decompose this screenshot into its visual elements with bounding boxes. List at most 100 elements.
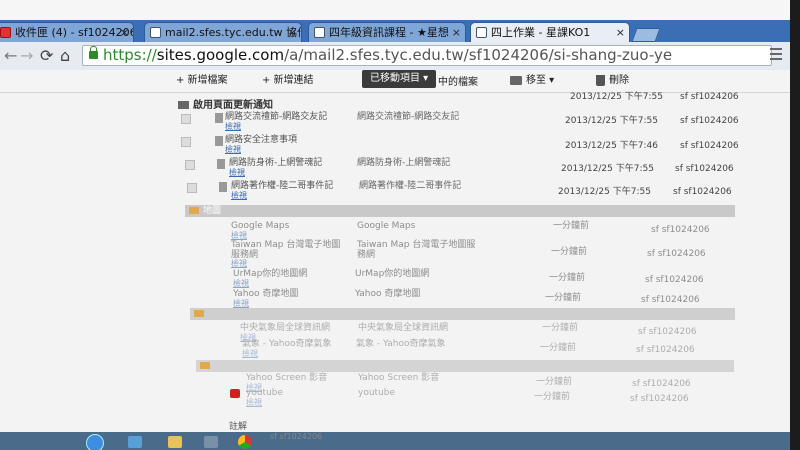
- view-link[interactable]: 檢視: [246, 398, 262, 408]
- file-description: UrMap你的地圖網: [355, 269, 430, 279]
- view-link[interactable]: 檢視: [229, 168, 245, 178]
- trash-icon: [596, 74, 605, 86]
- file-description: Yahoo Screen 影音: [358, 373, 440, 383]
- view-link[interactable]: 檢視: [231, 191, 247, 201]
- folder-icon: [510, 75, 522, 85]
- new-tab-button[interactable]: [631, 28, 661, 42]
- tab-sites-mail2[interactable]: mail2.sfes.tyc.edu.tw 協作 ×: [144, 22, 302, 42]
- tab-grade4-course[interactable]: 四年級資訊課程 - ★星想 ×: [308, 22, 466, 42]
- start-button-icon[interactable]: [86, 434, 104, 450]
- modified-date: 一分鐘前: [551, 247, 588, 257]
- owner: sf sf1024206: [641, 295, 700, 305]
- file-description: Yahoo 奇摩地圖: [355, 289, 421, 299]
- modified-date: 一分鐘前: [545, 293, 582, 303]
- row-checkbox[interactable]: [185, 160, 195, 170]
- chrome-icon[interactable]: [238, 435, 252, 449]
- owner: sf sf1024206: [680, 141, 739, 151]
- file-description: Google Maps: [357, 221, 416, 231]
- url-text: https://sites.google.com/a/mail2.sfes.ty…: [103, 46, 673, 64]
- ie-icon[interactable]: [128, 436, 142, 448]
- group-label: [194, 308, 208, 320]
- owner: sf sf1024206: [680, 116, 739, 126]
- file-icon: [215, 136, 223, 146]
- modified-date: 一分鐘前: [540, 343, 577, 353]
- owner: sf sf1024206: [673, 187, 732, 197]
- modified-date: 2013/12/25 下午7:55: [561, 164, 654, 174]
- delete-button[interactable]: 刪除: [596, 72, 629, 90]
- group-header[interactable]: 地圖: [185, 205, 735, 217]
- view-link[interactable]: 檢視: [225, 122, 241, 132]
- owner: sf sf1024206: [645, 275, 704, 285]
- lock-icon: [89, 46, 98, 59]
- table-row: youtube 檢視 youtube 一分鐘前 sf sf1024206: [196, 387, 734, 411]
- group-header[interactable]: [196, 360, 734, 372]
- tab-inbox[interactable]: 收件匣 (4) - sf1024206@ ×: [0, 22, 134, 42]
- close-icon[interactable]: ×: [452, 23, 461, 42]
- close-icon[interactable]: ×: [288, 23, 297, 42]
- file-description: 網路著作權-陸二哥事件記: [359, 181, 462, 191]
- move-to-button[interactable]: 移至 ▾: [510, 72, 554, 90]
- folder-icon: [189, 207, 199, 214]
- modified-date: 一分鐘前: [534, 392, 571, 402]
- moved-items-tail: 中的檔案: [438, 77, 478, 88]
- owner: sf sf1024206: [647, 249, 706, 259]
- table-row: 網路安全注意事項 檢視 2013/12/25 下午7:46 sf sf10242…: [175, 134, 745, 158]
- tab-label: 四年級資訊課程 - ★星想: [329, 26, 449, 39]
- file-description: 網路交流禮節-網路交友記: [357, 112, 460, 122]
- monitor-bezel: [790, 0, 800, 450]
- row-checkbox[interactable]: [181, 114, 191, 124]
- forward-arrow-icon[interactable]: →: [20, 46, 33, 66]
- browser-screen: 收件匣 (4) - sf1024206@ × mail2.sfes.tyc.ed…: [0, 0, 790, 450]
- file-icon: [215, 113, 223, 123]
- row-checkbox[interactable]: [187, 183, 197, 193]
- file-name[interactable]: Taiwan Map 台灣電子地圖服務網: [231, 240, 349, 260]
- file-description: 網路防身術-上網警魂記: [357, 158, 451, 168]
- modified-date: 2013/12/25 下午7:46: [565, 141, 658, 151]
- sites-icon: [476, 27, 487, 38]
- sites-icon: [314, 27, 325, 38]
- group-label: 地圖: [189, 205, 221, 217]
- folder-icon: [200, 362, 210, 369]
- folder-icon[interactable]: [168, 436, 182, 448]
- owner: sf sf1024206: [630, 394, 689, 404]
- envelope-icon: [178, 101, 189, 109]
- window-top: [0, 0, 790, 20]
- home-icon[interactable]: ⌂: [60, 46, 70, 66]
- owner: sf sf1024206: [638, 327, 697, 337]
- new-file-button[interactable]: + 新增檔案: [176, 72, 228, 90]
- modified-date: 一分鐘前: [553, 221, 590, 231]
- table-row: Taiwan Map 台灣電子地圖服務網 檢視 Taiwan Map 台灣電子地…: [185, 240, 735, 268]
- tab-homework[interactable]: 四上作業 - 星課KO1 ×: [470, 22, 630, 42]
- update-notification-toggle[interactable]: 啟用頁面更新通知: [178, 96, 273, 111]
- browser-toolbar: ← → ⟳ ⌂ https://sites.google.com/a/mail2…: [0, 42, 790, 71]
- tab-label: 四上作業 - 星課KO1: [491, 26, 591, 39]
- file-description: youtube: [358, 388, 396, 398]
- owner: sf sf1024206: [651, 225, 710, 235]
- tab-label: 收件匣 (4) - sf1024206@: [15, 26, 133, 39]
- modified-date: 2013/12/25 下午7:55: [558, 187, 651, 197]
- media-icon[interactable]: [204, 436, 218, 448]
- new-link-button[interactable]: + 新增連結: [262, 72, 314, 90]
- view-link[interactable]: 檢視: [225, 145, 241, 155]
- table-row: 網路著作權-陸二哥事件記 檢視 網路著作權-陸二哥事件記 2013/12/25 …: [175, 180, 745, 204]
- folder-icon: [194, 310, 204, 317]
- file-description: Taiwan Map 台灣電子地圖服務網: [357, 240, 476, 260]
- youtube-icon: [230, 389, 240, 398]
- group-label: [200, 360, 214, 372]
- row-checkbox[interactable]: [181, 137, 191, 147]
- notes-heading: 註解: [229, 422, 248, 432]
- table-row: 氣象 - Yahoo奇摩氣象 檢視 氣象 - Yahoo奇摩氣象 一分鐘前 sf…: [190, 338, 735, 362]
- windows-taskbar: [0, 432, 790, 450]
- address-bar[interactable]: https://sites.google.com/a/mail2.sfes.ty…: [82, 45, 772, 66]
- file-description: 中央氣象局全球資訊網: [358, 323, 449, 333]
- close-icon[interactable]: ×: [616, 23, 625, 42]
- mail-icon: [0, 27, 11, 38]
- view-link[interactable]: 檢視: [242, 349, 258, 359]
- modified-date: 一分鐘前: [542, 323, 579, 333]
- back-arrow-icon[interactable]: ←: [4, 46, 17, 66]
- close-icon[interactable]: ×: [120, 23, 129, 42]
- menu-icon[interactable]: [770, 48, 782, 60]
- moved-items-dropdown[interactable]: 已移動項目 ▾: [362, 70, 437, 88]
- reload-icon[interactable]: ⟳: [40, 46, 53, 66]
- group-header[interactable]: [190, 308, 735, 320]
